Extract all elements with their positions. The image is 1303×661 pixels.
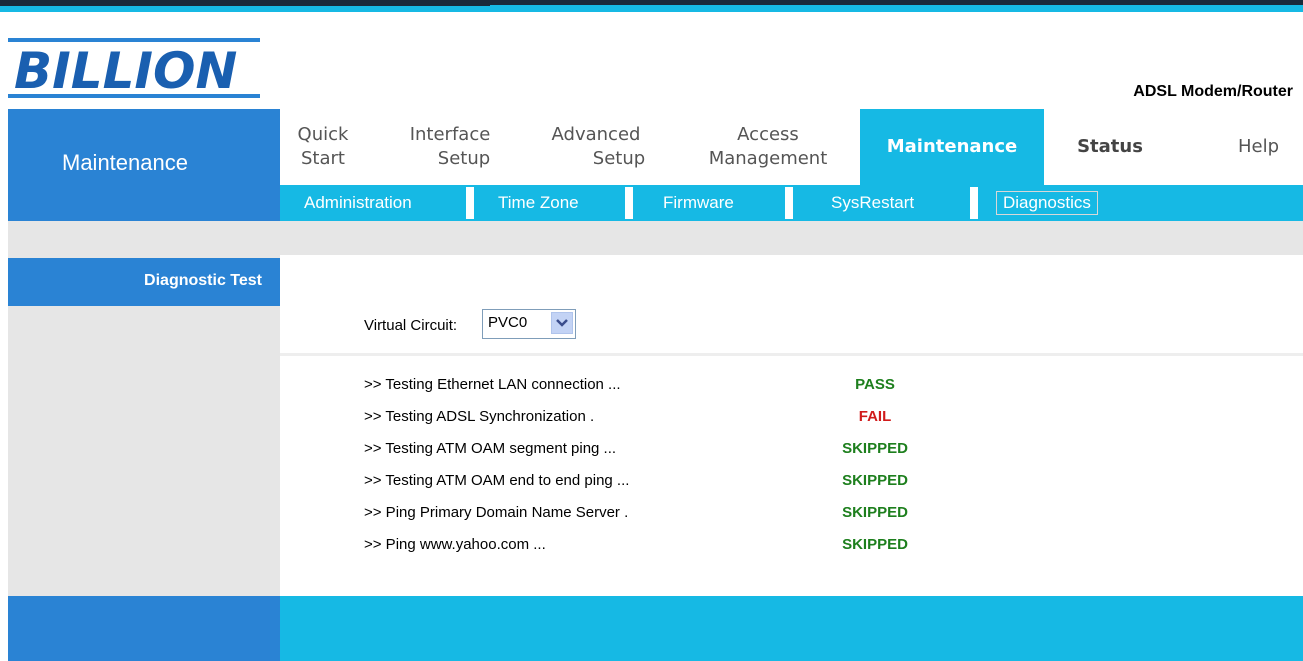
menu-label: Quick	[297, 124, 349, 145]
billion-logo: BILLION	[8, 38, 260, 100]
top-dark-line-right	[490, 0, 1303, 5]
product-name: ADSL Modem/Router	[1133, 83, 1293, 100]
submenu-bar: Administration Time Zone Firmware SysRes…	[280, 185, 1303, 221]
section-title: Maintenance	[62, 150, 188, 175]
footer-right	[280, 596, 1303, 661]
test-row-label: >> Testing Ethernet LAN connection ...	[364, 376, 621, 393]
menu-status[interactable]: Status	[1050, 109, 1170, 185]
submenu-separator	[785, 187, 793, 219]
menu-label: Access	[737, 124, 799, 145]
menu-label: Setup	[592, 148, 646, 169]
test-result: FAIL	[858, 408, 892, 425]
main-content: Virtual Circuit: PVC0 >> Testing Etherne…	[280, 255, 1303, 596]
menu-advanced-setup[interactable]: Advanced Setup	[540, 109, 652, 185]
dropdown-button[interactable]	[551, 312, 573, 334]
submenu-firmware[interactable]: Firmware	[657, 190, 740, 216]
menu-interface-setup[interactable]: Interface Setup	[396, 109, 504, 185]
sidebar-title: Diagnostic Test	[144, 272, 262, 289]
submenu-separator	[466, 187, 474, 219]
test-result: SKIPPED	[842, 440, 908, 457]
submenu-diagnostics[interactable]: Diagnostics	[996, 191, 1098, 215]
menu-label: Setup	[437, 148, 491, 169]
menu-maintenance[interactable]: Maintenance	[860, 109, 1044, 185]
test-row-label: >> Ping www.yahoo.com ...	[364, 536, 546, 553]
virtual-circuit-value: PVC0	[488, 314, 528, 331]
submenu-sysrestart[interactable]: SysRestart	[825, 190, 920, 216]
sidebar: Diagnostic Test	[8, 255, 280, 596]
menu-access-management[interactable]: Access Management	[688, 109, 848, 185]
test-result: PASS	[855, 376, 895, 393]
menu-label: Advanced	[551, 124, 641, 145]
section-header: Maintenance	[8, 109, 280, 221]
test-row-label: >> Testing ADSL Synchronization .	[364, 408, 595, 425]
menu-help[interactable]: Help	[1200, 109, 1303, 185]
menu-label: Start	[301, 148, 345, 169]
sidebar-title-bar: Diagnostic Test	[8, 258, 280, 306]
virtual-circuit-label: Virtual Circuit:	[364, 317, 458, 334]
menu-label: Maintenance	[886, 136, 1018, 157]
test-result: SKIPPED	[842, 536, 908, 553]
submenu-administration[interactable]: Administration	[298, 190, 418, 216]
submenu-time-zone[interactable]: Time Zone	[492, 190, 585, 216]
content-divider	[280, 353, 1303, 356]
menu-label: Status	[1077, 136, 1143, 157]
test-result: SKIPPED	[842, 472, 908, 489]
menu-label: Management	[708, 148, 828, 169]
submenu-separator	[970, 187, 978, 219]
logo-text: BILLION	[14, 42, 237, 100]
menu-label: Interface	[409, 124, 491, 145]
submenu-separator	[625, 187, 633, 219]
virtual-circuit-select[interactable]: PVC0	[482, 309, 576, 339]
test-row-label: >> Testing ATM OAM segment ping ...	[364, 440, 617, 457]
spacer-bar	[8, 221, 1303, 255]
menu-quick-start[interactable]: Quick Start	[280, 109, 366, 185]
top-dark-line	[0, 0, 490, 6]
footer-left	[8, 596, 280, 661]
main-menu: Quick Start Interface Setup Advanced Setup …	[280, 109, 1303, 185]
test-result: SKIPPED	[842, 504, 908, 521]
test-row-label: >> Ping Primary Domain Name Server .	[364, 504, 629, 521]
top-accent-line	[0, 0, 1303, 12]
menu-label: Help	[1237, 136, 1279, 157]
chevron-down-icon	[556, 319, 568, 327]
test-row-label: >> Testing ATM OAM end to end ping ...	[364, 472, 630, 489]
